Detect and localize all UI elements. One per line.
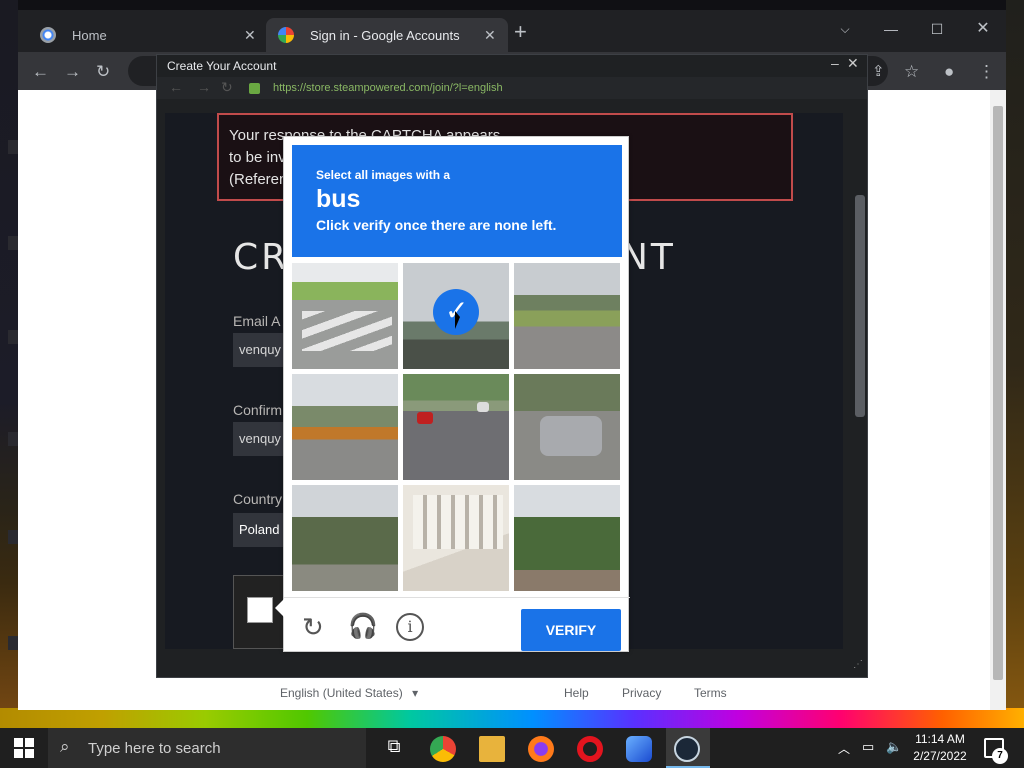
- captcha-tile-road[interactable]: [514, 263, 620, 369]
- popup-title: Create Your Account: [167, 59, 277, 73]
- search-icon: ⌕: [60, 737, 70, 756]
- google-icon: [278, 27, 294, 43]
- captcha-object: bus: [316, 185, 361, 213]
- forward-icon[interactable]: →: [64, 62, 81, 82]
- caret-down-icon: ▾: [412, 686, 419, 700]
- popup-close-button[interactable]: ✕: [847, 55, 859, 72]
- close-window-button[interactable]: ✕: [960, 16, 1006, 42]
- captcha-tile-intersection[interactable]: [292, 374, 398, 480]
- captcha-tile-building-selected[interactable]: ✓: [403, 263, 509, 369]
- tab-label: Home: [72, 28, 107, 43]
- steam-icon: [674, 736, 700, 762]
- popup-scrollbar[interactable]: [855, 195, 865, 417]
- tab-strip: Home ✕ Sign in - Google Accounts ✕ + ⌵ —…: [18, 10, 1006, 52]
- tab-sign-in[interactable]: Sign in - Google Accounts ✕: [266, 18, 508, 52]
- desktop-icon[interactable]: [8, 330, 18, 344]
- notification-count-badge: 7: [992, 748, 1008, 764]
- mouse-cursor-icon: [455, 311, 460, 329]
- taskbar-search-box[interactable]: ⌕ Type here to search: [48, 728, 366, 768]
- task-view-icon[interactable]: ⧉: [381, 736, 407, 762]
- privacy-link[interactable]: Privacy: [622, 686, 661, 700]
- clock-time: 11:14 AM: [915, 732, 965, 746]
- email-label: Email A: [233, 313, 281, 329]
- confirm-email-label: Confirm: [233, 402, 283, 418]
- captcha-tile-trees[interactable]: [514, 485, 620, 591]
- popup-forward-icon[interactable]: →: [197, 79, 211, 95]
- tab-search-icon[interactable]: ⌵: [822, 16, 868, 42]
- captcha-challenge: Select all images with a bus Click verif…: [275, 136, 630, 652]
- captcha-select-text: Select all images with a: [316, 168, 451, 182]
- captcha-instruction: Click verify once there are none left.: [316, 217, 557, 233]
- bookmark-star-icon[interactable]: ☆: [904, 62, 919, 82]
- help-link[interactable]: Help: [564, 686, 589, 700]
- captcha-tile-suv[interactable]: [514, 374, 620, 480]
- lock-icon: [249, 83, 260, 94]
- desktop-left-edge: [0, 0, 18, 728]
- windows-start-icon[interactable]: [14, 738, 34, 758]
- opera-icon[interactable]: [577, 736, 603, 762]
- captcha-tile-parked-cars[interactable]: [403, 374, 509, 480]
- firefox-icon[interactable]: [528, 736, 554, 762]
- file-explorer-icon[interactable]: [479, 736, 505, 762]
- popup-url: https://store.steampowered.com/join/?l=e…: [273, 82, 503, 94]
- system-clock[interactable]: 11:14 AM 2/27/2022: [900, 731, 980, 765]
- popup-nav-bar: [157, 77, 867, 99]
- chrome-taskbar-icon[interactable]: [430, 736, 456, 762]
- captcha-tile-balustrade[interactable]: [403, 485, 509, 591]
- tab-home[interactable]: Home ✕: [28, 18, 266, 52]
- reload-challenge-icon[interactable]: ↻: [302, 613, 330, 641]
- show-hidden-icons-icon[interactable]: ︿: [838, 740, 850, 757]
- desktop: { "browser": { "tabs": [ {"label": "Home…: [0, 0, 1024, 768]
- captcha-tile-palm-trees[interactable]: [292, 485, 398, 591]
- maximize-button[interactable]: ☐: [914, 16, 960, 42]
- profile-icon[interactable]: ●: [944, 62, 954, 82]
- chrome-icon: [40, 27, 56, 43]
- captcha-tile-crosswalk[interactable]: [292, 263, 398, 369]
- page-scrollbar-thumb[interactable]: [993, 106, 1003, 680]
- verify-button[interactable]: VERIFY: [521, 609, 621, 651]
- resize-grip-icon[interactable]: ⋰: [853, 659, 863, 670]
- menu-icon[interactable]: ⋮: [978, 62, 995, 82]
- desktop-right-edge: [1006, 0, 1024, 728]
- terms-link[interactable]: Terms: [694, 686, 727, 700]
- popup-reload-icon[interactable]: ↻: [221, 79, 233, 96]
- audio-challenge-icon[interactable]: 🎧: [348, 613, 378, 641]
- info-icon[interactable]: i: [396, 613, 424, 641]
- desktop-icon[interactable]: [8, 236, 18, 250]
- share-icon[interactable]: ⇪: [872, 62, 885, 80]
- popup-back-icon[interactable]: ←: [169, 79, 183, 95]
- country-label: Country: [233, 491, 283, 507]
- desktop-icon[interactable]: [8, 432, 18, 446]
- close-tab-icon[interactable]: ✕: [244, 27, 256, 44]
- app-icon[interactable]: [626, 736, 652, 762]
- captcha-pointer: [275, 599, 284, 617]
- desktop-wallpaper-strip: [0, 708, 1024, 728]
- desktop-icon[interactable]: [8, 140, 18, 154]
- new-tab-button[interactable]: +: [514, 21, 527, 43]
- captcha-divider: [284, 597, 630, 598]
- language-label: English (United States): [280, 686, 403, 700]
- clock-date: 2/27/2022: [913, 749, 967, 763]
- page-title-tail: NT: [621, 237, 676, 278]
- close-tab-icon[interactable]: ✕: [484, 27, 496, 44]
- tab-label: Sign in - Google Accounts: [310, 28, 460, 43]
- minimize-button[interactable]: —: [868, 16, 914, 42]
- captcha-header: Select all images with a bus Click verif…: [292, 145, 622, 257]
- search-placeholder: Type here to search: [88, 740, 221, 757]
- desktop-icon[interactable]: [8, 636, 18, 650]
- recaptcha-checkbox[interactable]: [247, 597, 273, 623]
- network-icon[interactable]: ▭: [862, 739, 874, 755]
- desktop-icon[interactable]: [8, 530, 18, 544]
- popup-minimize-button[interactable]: –: [831, 55, 839, 71]
- back-icon[interactable]: ←: [32, 62, 49, 82]
- reload-icon[interactable]: ↻: [96, 62, 110, 82]
- language-selector[interactable]: English (United States) ▾: [280, 686, 418, 700]
